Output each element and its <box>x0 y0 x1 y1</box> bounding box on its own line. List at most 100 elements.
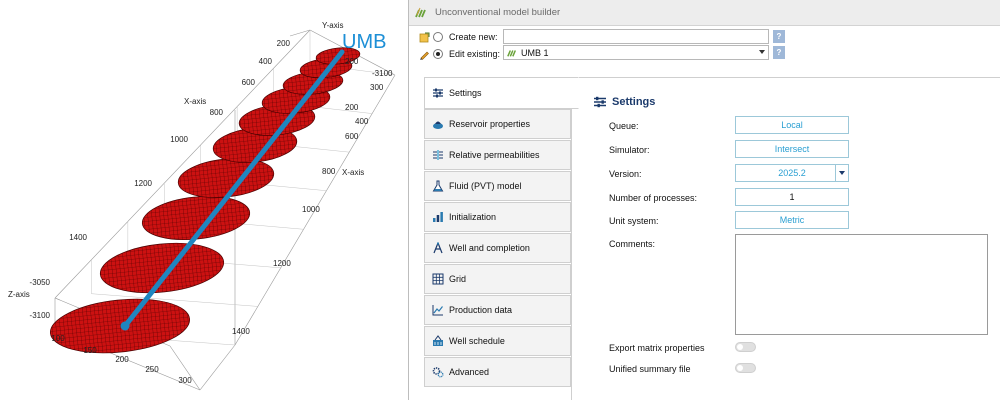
unified-summary-toggle[interactable] <box>735 363 756 373</box>
processes-label: Number of processes: <box>609 193 698 203</box>
x-tick-right: 1200 <box>273 259 291 268</box>
tab-label: Well and completion <box>449 243 530 253</box>
z-axis-label: Z-axis <box>8 290 30 299</box>
fracture-slab <box>99 242 225 294</box>
tab-fluid-pvt-model[interactable]: Fluid (PVT) model <box>424 171 571 201</box>
edit-existing-radio[interactable] <box>433 49 443 59</box>
line-chart-icon <box>432 305 443 316</box>
x-axis-label-right: X-axis <box>342 168 364 177</box>
reservoir-icon <box>433 121 443 129</box>
version-label: Version: <box>609 169 642 179</box>
schedule-icon <box>433 335 443 346</box>
version-value: 2025.2 <box>778 168 806 178</box>
x-tick-left: 600 <box>242 78 256 87</box>
z-tick-right: -3100 <box>372 69 393 78</box>
tab-label: Fluid (PVT) model <box>449 181 522 191</box>
unified-summary-label: Unified summary file <box>609 364 691 374</box>
tab-settings[interactable]: Settings <box>424 77 579 109</box>
queue-label: Queue: <box>609 121 639 131</box>
edit-existing-row: Edit existing: <box>419 46 501 62</box>
version-dropdown[interactable]: 2025.2 <box>735 164 849 182</box>
x-tick-left: 1200 <box>134 179 152 188</box>
tab-label: Grid <box>449 274 467 284</box>
x-axis-label: X-axis <box>184 97 206 106</box>
model-builder-panel: Unconventional model builder Create new:… <box>408 0 1000 400</box>
sliders-icon <box>594 96 606 108</box>
edit-existing-label: Edit existing: <box>449 49 501 59</box>
export-matrix-toggle[interactable] <box>735 342 756 352</box>
tab-label: Well schedule <box>449 336 505 346</box>
simulator-dropdown[interactable]: Intersect <box>735 140 849 158</box>
tab-initialization[interactable]: Initialization <box>424 202 571 232</box>
tab-production-data[interactable]: Production data <box>424 295 571 325</box>
umb-model-icon <box>507 49 517 57</box>
unit-system-label: Unit system: <box>609 216 659 226</box>
window-title: Unconventional model builder <box>435 7 561 18</box>
x-tick-left: 200 <box>277 39 291 48</box>
well-trajectory <box>120 49 345 331</box>
tab-relative-permeabilities[interactable]: Relative permeabilities <box>424 140 571 170</box>
processes-input[interactable]: 1 <box>735 188 849 206</box>
chevron-down-icon[interactable] <box>759 50 765 54</box>
tab-well-schedule[interactable]: Well schedule <box>424 326 571 356</box>
x-tick-right: 1400 <box>232 327 250 336</box>
tab-well-and-completion[interactable]: Well and completion <box>424 233 571 263</box>
create-new-label: Create new: <box>449 32 498 42</box>
tab-reservoir-properties[interactable]: Reservoir properties <box>424 109 571 139</box>
fracture-slabs <box>49 47 361 354</box>
x-tick-left: 800 <box>210 108 224 117</box>
y-tick-bottom: 150 <box>83 346 97 355</box>
y-tick-top: 200 <box>345 57 359 66</box>
settings-tab-list: Settings Reservoir properties Relative p… <box>424 77 579 400</box>
y-tick-top: 300 <box>370 83 384 92</box>
create-new-radio[interactable] <box>433 32 443 42</box>
relperm-icon <box>433 150 443 160</box>
x-tick-right: 200 <box>345 103 359 112</box>
screen: Y-axis X-axis Z-axis X-axis UMB 200 400 600 800 1… <box>0 0 1000 400</box>
bbox-line <box>54 297 61 301</box>
umb-overlay-text: UMB <box>342 31 386 53</box>
edit-existing-help-button[interactable]: ? <box>773 46 785 59</box>
edit-existing-dropdown[interactable]: UMB 1 <box>503 45 769 60</box>
comments-textarea[interactable] <box>735 234 988 335</box>
tab-label: Advanced <box>449 367 490 377</box>
gears-icon <box>432 367 444 378</box>
unit-system-dropdown[interactable]: Metric <box>735 211 849 229</box>
y-tick-bottom: 250 <box>145 365 159 374</box>
tab-label: Settings <box>449 88 482 98</box>
y-tick-bottom: 300 <box>178 376 192 385</box>
x-tick-right: 1000 <box>302 205 320 214</box>
model-3d-viewport[interactable]: Y-axis X-axis Z-axis X-axis UMB 200 400 600 800 1… <box>0 0 405 400</box>
x-tick-left: 400 <box>259 57 273 66</box>
chevron-down-icon[interactable] <box>835 165 848 181</box>
tab-label: Initialization <box>449 212 497 222</box>
x-tick-right: 600 <box>345 132 359 141</box>
x-tick-right: 800 <box>322 167 336 176</box>
edit-existing-value: UMB 1 <box>521 47 549 58</box>
sliders-icon <box>433 88 443 98</box>
umb-app-icon <box>415 7 426 17</box>
create-new-input[interactable] <box>503 29 769 44</box>
y-tick-bottom: 100 <box>51 334 65 343</box>
model-3d-scene[interactable]: Y-axis X-axis Z-axis X-axis UMB 200 400 600 800 1… <box>0 0 405 400</box>
well-heel <box>120 321 130 331</box>
tab-label: Production data <box>449 305 513 315</box>
flask-icon <box>432 180 444 192</box>
queue-dropdown[interactable]: Local <box>735 116 849 134</box>
tab-grid[interactable]: Grid <box>424 264 571 294</box>
y-axis-label: Y-axis <box>322 21 344 30</box>
settings-title: Settings <box>612 96 656 108</box>
export-matrix-label: Export matrix properties <box>609 343 705 353</box>
z-tick: -3050 <box>30 278 51 287</box>
title-bar: Unconventional model builder <box>409 0 1000 26</box>
x-tick-left: 1000 <box>170 135 188 144</box>
y-tick-bottom: 200 <box>115 355 129 364</box>
fracture-slab <box>49 298 191 354</box>
new-model-icon <box>419 32 430 42</box>
pencil-icon <box>420 51 429 60</box>
create-new-help-button[interactable]: ? <box>773 30 785 43</box>
well-icon <box>433 242 443 254</box>
z-tick: -3100 <box>30 311 51 320</box>
tab-advanced[interactable]: Advanced <box>424 357 571 387</box>
x-tick-right: 400 <box>355 117 369 126</box>
